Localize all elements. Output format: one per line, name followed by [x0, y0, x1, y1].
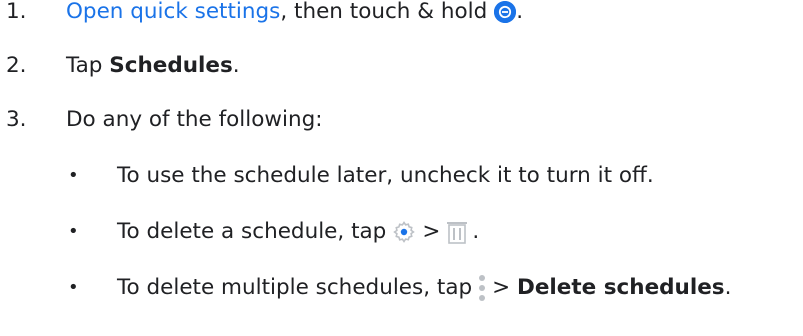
do-not-disturb-icon	[494, 1, 517, 23]
bullet-end: .	[472, 219, 480, 245]
open-quick-settings-link[interactable]: Open quick settings	[66, 1, 280, 23]
step-number: 2.	[6, 53, 27, 79]
step-end: .	[232, 53, 240, 79]
schedules-label: Schedules	[109, 53, 233, 79]
bullet-text: To delete a schedule, tap > .	[117, 220, 479, 244]
step-text: Do any of the following:	[66, 107, 323, 133]
bullet-prefix: To delete a schedule, tap	[117, 219, 387, 245]
bullet-marker: •	[68, 165, 79, 186]
step-text-after-link: , then touch & hold	[280, 0, 488, 25]
step-text: Tap Schedules .	[66, 55, 240, 77]
bullet-marker: •	[68, 221, 79, 242]
step-end: .	[516, 0, 524, 25]
trash-icon	[446, 220, 468, 244]
more-vert-icon	[478, 274, 486, 302]
step-number: 1.	[6, 0, 27, 25]
gear-icon	[392, 220, 416, 244]
bullet-text: To use the schedule later, uncheck it to…	[117, 163, 654, 189]
bullet-separator: >	[492, 275, 517, 301]
bullet-separator: >	[422, 219, 441, 245]
bullet-end: .	[724, 275, 732, 301]
step-prefix: Tap	[66, 53, 110, 79]
step-number: 3.	[6, 107, 27, 133]
delete-schedules-label: Delete schedules	[517, 275, 725, 301]
bullet-text: To delete multiple schedules, tap > Dele…	[117, 274, 731, 302]
step-text: Open quick settings , then touch & hold …	[66, 1, 523, 23]
bullet-marker: •	[68, 277, 79, 298]
bullet-prefix: To delete multiple schedules, tap	[117, 275, 473, 301]
